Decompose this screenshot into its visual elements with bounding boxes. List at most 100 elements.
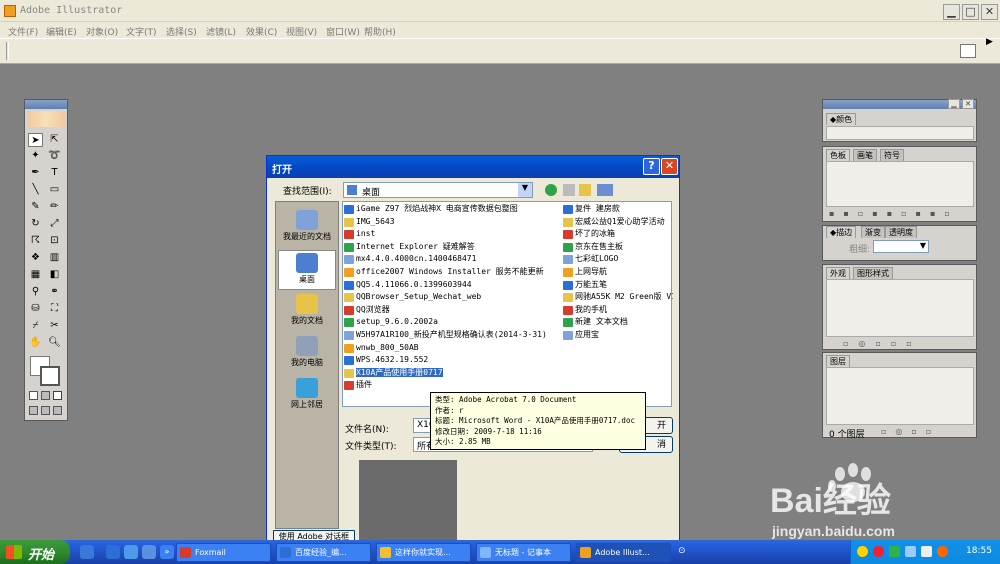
file-item[interactable]: IMG_5643 xyxy=(344,216,562,229)
file-item[interactable]: QQ浏览器 xyxy=(344,304,562,317)
file-item[interactable]: 网驰A55K M2 Green版 V1 xyxy=(563,291,673,304)
tab-brushes[interactable]: 画笔 xyxy=(853,149,877,161)
line-tool-icon[interactable]: ╲ xyxy=(28,183,43,197)
start-button[interactable]: 开始 xyxy=(0,540,70,564)
back-icon[interactable] xyxy=(545,184,557,196)
tab-gradient[interactable]: 渐变 xyxy=(861,226,885,238)
maximize-button[interactable]: □ xyxy=(962,4,979,20)
tools-panel-titlebar[interactable] xyxy=(25,100,67,109)
free-transform-tool-icon[interactable]: ⊡ xyxy=(47,234,62,248)
file-item[interactable]: 插件 xyxy=(344,379,562,392)
menu-object[interactable]: 对象(O) xyxy=(86,25,118,38)
file-item[interactable]: Internet Explorer 疑难解答 xyxy=(344,241,562,254)
place-desktop[interactable]: 桌面 xyxy=(278,250,336,290)
file-item[interactable]: setup_9.6.0.2002a xyxy=(344,316,562,329)
lookin-select[interactable]: 桌面 ▼ xyxy=(343,182,533,198)
screen-mode-standard-icon[interactable] xyxy=(29,406,38,415)
rotate-tool-icon[interactable]: ↻ xyxy=(28,217,43,231)
tab-layers[interactable]: 图层 xyxy=(826,355,850,367)
warp-tool-icon[interactable]: ☈ xyxy=(28,234,43,248)
place-recent[interactable]: 我最近的文档 xyxy=(278,208,336,248)
color-mode-icon[interactable] xyxy=(29,391,38,400)
menu-help[interactable]: 帮助(H) xyxy=(364,25,396,38)
task-illustrator[interactable]: Adobe Illust... xyxy=(576,543,671,562)
blend-tool-icon[interactable]: ⚭ xyxy=(47,285,62,299)
zoom-tool-icon[interactable]: 🔍︎ xyxy=(47,336,62,350)
tab-color[interactable]: ◆颜色 xyxy=(826,113,857,125)
place-my-documents[interactable]: 我的文档 xyxy=(278,292,336,332)
stroke-weight-select[interactable]: ▼ xyxy=(873,240,929,253)
task-notepad[interactable]: 无标题 - 记事本 xyxy=(476,543,571,562)
dialog-help-button[interactable]: ? xyxy=(643,158,660,175)
tray-volume-icon[interactable] xyxy=(921,546,932,557)
file-item[interactable]: 宏威公益Q1爱心助学活动 xyxy=(563,216,673,229)
task-howto[interactable]: 这样你就实现... xyxy=(376,543,471,562)
screen-mode-full-icon[interactable] xyxy=(53,406,62,415)
file-item[interactable]: 京东在售主板 xyxy=(563,241,673,254)
paintbrush-tool-icon[interactable]: ✎ xyxy=(28,200,43,214)
taskbar-overflow-icon[interactable]: ⊙ xyxy=(678,546,686,556)
direct-selection-tool-icon[interactable]: ⇱ xyxy=(47,133,62,147)
tab-appearance[interactable]: 外观 xyxy=(826,267,850,279)
minimize-button[interactable]: ▁ xyxy=(943,4,960,20)
none-mode-icon[interactable] xyxy=(53,391,62,400)
menu-edit[interactable]: 编辑(E) xyxy=(46,25,77,38)
screen-mode-full-menu-icon[interactable] xyxy=(41,406,50,415)
file-item[interactable]: wnwb_800_50AB xyxy=(344,342,562,355)
file-item[interactable]: 我的手机 xyxy=(563,304,673,317)
place-my-computer[interactable]: 我的电脑 xyxy=(278,334,336,374)
quicklaunch-more-icon[interactable]: » xyxy=(160,545,174,559)
layers-panel-buttons[interactable]: ▫◎▫▫ xyxy=(881,427,940,436)
eyedropper-tool-icon[interactable]: ⚲ xyxy=(28,285,43,299)
file-item[interactable]: X10A产品使用手册0717 xyxy=(344,367,562,380)
tab-swatches[interactable]: 色板 xyxy=(826,149,850,161)
file-item[interactable]: mx4.4.0.4000cn.1400468471 xyxy=(344,253,562,266)
file-item[interactable]: 应用宝 xyxy=(563,329,673,342)
appearance-panel-buttons[interactable]: ▫◎▫▫▫ xyxy=(843,339,973,349)
file-item[interactable]: 坏了的冰箱 xyxy=(563,228,673,241)
file-item[interactable]: W5H97A1R100_新投产机型规格确认表(2014-3-31) xyxy=(344,329,562,342)
pencil-tool-icon[interactable]: ✏ xyxy=(47,200,62,214)
type-tool-icon[interactable]: T xyxy=(47,166,62,180)
symbol-sprayer-tool-icon[interactable]: ❖ xyxy=(28,251,43,265)
tab-stroke[interactable]: ◆描边 xyxy=(826,226,857,238)
dialog-close-button[interactable]: ✕ xyxy=(661,158,678,175)
file-item[interactable]: QQ5.4.11066.0.1399603944 xyxy=(344,279,562,292)
view-menu-icon[interactable] xyxy=(597,184,613,196)
stroke-swatch[interactable] xyxy=(40,366,60,386)
gradient-tool-icon[interactable]: ◧ xyxy=(47,268,62,282)
file-item[interactable]: inst xyxy=(344,228,562,241)
menu-window[interactable]: 窗口(W) xyxy=(326,25,360,38)
live-paint-selection-tool-icon[interactable]: ⛶ xyxy=(47,302,62,316)
task-baidu-jingyan[interactable]: 百度经验_编... xyxy=(276,543,371,562)
slice-tool-icon[interactable]: ⌿ xyxy=(28,319,43,333)
place-network[interactable]: 网上邻居 xyxy=(278,376,336,416)
tray-antivirus-icon[interactable] xyxy=(873,546,884,557)
tab-symbols[interactable]: 符号 xyxy=(880,149,904,161)
tab-transparency[interactable]: 透明度 xyxy=(885,226,917,238)
panel-close-button[interactable]: ✕ xyxy=(962,99,974,109)
file-item[interactable]: 万能五笔 xyxy=(563,279,673,292)
rectangle-tool-icon[interactable]: ▭ xyxy=(47,183,62,197)
up-folder-icon[interactable] xyxy=(563,184,575,196)
new-folder-icon[interactable] xyxy=(579,184,591,196)
menu-filter[interactable]: 滤镜(L) xyxy=(206,25,236,38)
menu-effect[interactable]: 效果(C) xyxy=(246,25,277,38)
quicklaunch-media-icon[interactable] xyxy=(124,545,138,559)
quicklaunch-desktop-icon[interactable] xyxy=(80,545,94,559)
quicklaunch-ie-icon[interactable] xyxy=(106,545,120,559)
scissors-tool-icon[interactable]: ✂ xyxy=(47,319,62,333)
file-item[interactable]: WPS.4632.19.552 xyxy=(344,354,562,367)
file-item[interactable]: 上网导航 xyxy=(563,266,673,279)
file-item[interactable]: 复件 建房款 xyxy=(563,203,673,216)
column-graph-tool-icon[interactable]: ▥ xyxy=(47,251,62,265)
hand-tool-icon[interactable]: ✋ xyxy=(28,336,43,350)
menu-text[interactable]: 文字(T) xyxy=(126,25,157,38)
selection-tool-icon[interactable]: ➤ xyxy=(28,133,43,147)
magic-wand-tool-icon[interactable]: ✦ xyxy=(28,149,43,163)
file-item[interactable]: 七彩虹LOGO xyxy=(563,253,673,266)
tray-network-icon[interactable] xyxy=(905,546,916,557)
gradient-mode-icon[interactable] xyxy=(41,391,50,400)
tray-update-icon[interactable] xyxy=(937,546,948,557)
menu-arrow-icon[interactable]: ▶ xyxy=(986,37,1000,49)
